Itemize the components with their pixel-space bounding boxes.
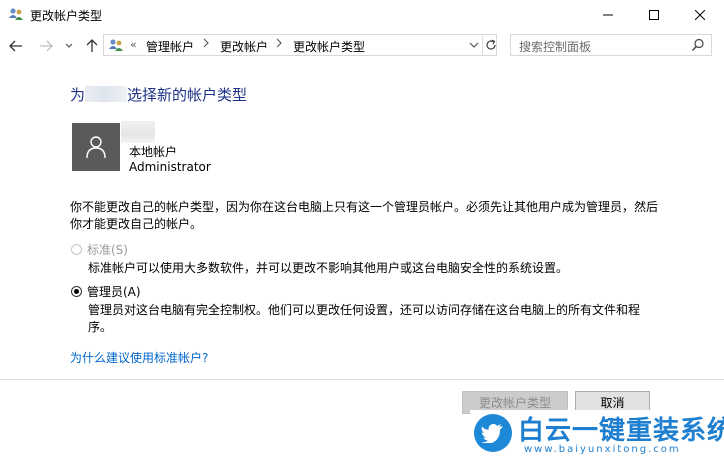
close-icon [695,10,705,20]
page-title-suffix: 选择新的帐户类型 [127,86,248,104]
radio-standard-button[interactable] [71,244,82,255]
admin-description: 管理员对这台电脑有完全控制权。他们可以更改任何设置，还可以访问存储在这台电脑上的… [88,303,641,334]
forward-button[interactable] [36,36,56,56]
radio-standard[interactable]: 标准(S) [71,241,128,258]
user-icon [86,136,106,159]
page-title: 为 选择新的帐户类型 [70,84,247,105]
address-bar[interactable]: « 管理帐户 更改帐户 更改帐户类型 [103,34,497,56]
watermark-url: www.baiyunxitong.com [524,444,681,455]
title-bar: 更改帐户类型 [0,0,724,30]
username-redacted [85,86,128,102]
minimize-button[interactable] [585,0,631,30]
chevron-down-icon [65,43,73,48]
search-icon[interactable] [691,38,705,52]
maximize-icon [649,10,659,20]
radio-standard-label: 标准(S) [87,243,128,257]
close-button[interactable] [677,0,723,30]
standard-description: 标准帐户可以使用大多数软件，并可以更改不影响其他用户或这台电脑安全性的系统设置。 [88,261,569,275]
radio-admin-button[interactable] [71,286,82,297]
breadcrumb-change-account-type[interactable]: 更改帐户类型 [293,38,365,55]
watermark: 白云一键重装系统 www.baiyunxitong.com [470,410,724,456]
radio-admin[interactable]: 管理员(A) [71,283,141,300]
watermark-title: 白云一键重装系统 [518,416,724,446]
avatar [72,123,120,171]
account-role: Administrator [129,160,211,174]
up-button[interactable] [82,36,102,56]
search-input[interactable]: 搜索控制面板 [519,38,591,55]
page-title-prefix: 为 [70,86,86,104]
radio-admin-label: 管理员(A) [87,285,141,299]
why-standard-link[interactable]: 为什么建议使用标准帐户? [70,349,208,366]
minimize-icon [603,14,613,16]
arrow-right-icon [40,40,53,52]
chevron-right-icon[interactable] [276,38,282,51]
users-icon [8,6,24,22]
chevron-down-icon[interactable] [468,39,480,51]
window-title: 更改帐户类型 [30,9,103,23]
recent-locations-button[interactable] [62,36,76,56]
back-button[interactable] [6,36,26,56]
breadcrumb-manage-accounts[interactable]: 管理帐户 [146,38,194,55]
arrow-left-icon [9,40,22,52]
account-type: 本地帐户 [129,145,178,159]
notice-text: 你不能更改自己的帐户类型，因为你在这台电脑上只有这一个管理员帐户。必须先让其他用… [70,200,659,231]
maximize-button[interactable] [631,0,677,30]
refresh-button[interactable] [482,35,499,55]
address-overflow[interactable]: « [130,38,137,51]
users-icon [108,37,124,53]
account-name-redacted [121,121,155,143]
arrow-up-icon [86,39,98,52]
chevron-right-icon[interactable] [203,38,209,51]
breadcrumb-change-account[interactable]: 更改帐户 [220,38,268,55]
bird-icon [474,414,512,452]
search-box[interactable]: 搜索控制面板 [510,34,712,56]
refresh-icon [486,39,496,50]
divider [0,379,724,380]
